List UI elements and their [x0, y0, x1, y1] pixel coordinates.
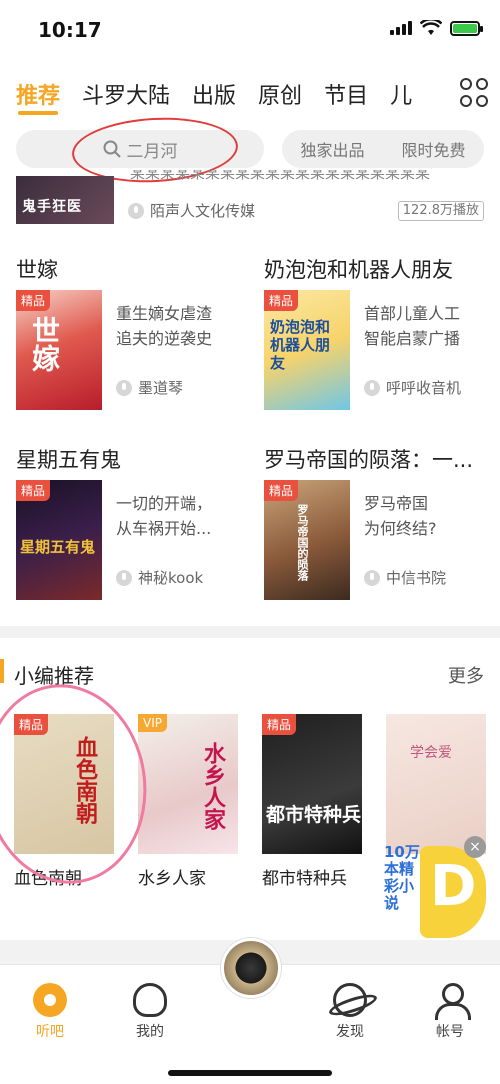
book-title[interactable]: 罗马帝国的陨落：一... — [264, 444, 473, 474]
book-cover[interactable]: VIP 水乡人家 — [138, 714, 238, 854]
book-cover[interactable]: 精品 都市特种兵 — [262, 714, 362, 854]
promo-banner[interactable]: D 10万本精彩小说 × — [384, 836, 490, 940]
author-row: 呼呼收音机 — [364, 377, 461, 398]
headphone-face-icon — [133, 983, 167, 1017]
microphone-icon — [116, 569, 132, 586]
microphone-icon — [364, 379, 380, 396]
nav-account[interactable]: 帐号 — [410, 983, 490, 1041]
active-tab-indicator — [18, 111, 58, 115]
book-title[interactable]: 世嫁 — [16, 254, 58, 284]
book-title[interactable]: 都市特种兵 — [262, 864, 347, 889]
quick-filter-pill: 独家出品 限时免费 — [282, 130, 484, 168]
book-title[interactable]: 星期五有鬼 — [16, 444, 121, 474]
book-cover[interactable]: 精品 奶泡泡和机器人朋友 — [264, 290, 350, 410]
status-icons — [390, 20, 483, 36]
home-indicator — [168, 1070, 332, 1076]
close-icon[interactable]: × — [464, 836, 486, 858]
premium-badge: 精品 — [264, 290, 299, 311]
play-count-badge: 122.8万播放 — [397, 201, 484, 221]
listen-icon — [33, 983, 67, 1017]
section-divider — [0, 626, 500, 638]
planet-icon — [333, 983, 367, 1017]
now-playing-disc[interactable] — [221, 938, 281, 998]
microphone-icon — [128, 202, 144, 219]
author-row: 中信书院 — [364, 567, 446, 588]
book-cover[interactable]: 学会爱 — [386, 714, 486, 854]
battery-icon — [450, 20, 483, 36]
tab-douluo[interactable]: 斗罗大陆 — [82, 78, 170, 110]
vip-badge: VIP — [138, 714, 167, 732]
tab-publish[interactable]: 出版 — [192, 78, 236, 110]
author-row: 神秘kook — [116, 567, 203, 588]
author-name: 神秘kook — [138, 569, 204, 587]
cellular-signal-icon — [390, 21, 412, 35]
tab-program[interactable]: 节目 — [324, 78, 368, 110]
free-limited-link[interactable]: 限时免费 — [401, 137, 465, 161]
premium-badge: 精品 — [14, 714, 49, 735]
author-name: 中信书院 — [386, 569, 447, 587]
all-categories-icon[interactable] — [460, 78, 490, 108]
microphone-icon — [364, 569, 380, 586]
more-link[interactable]: 更多 — [448, 662, 484, 688]
premium-badge: 精品 — [16, 480, 51, 501]
wifi-icon — [420, 20, 442, 35]
author-name: 陌声人文化传媒 — [150, 202, 256, 220]
book-title[interactable]: 水乡人家 — [138, 864, 206, 889]
nav-listen[interactable]: 听吧 — [10, 983, 90, 1041]
category-tabs: 推荐 斗罗大陆 出版 原创 节目 儿 — [0, 74, 500, 114]
nav-discover[interactable]: 发现 — [310, 983, 390, 1041]
promo-text: 10万本精彩小说 — [384, 843, 420, 912]
book-title[interactable]: 奶泡泡和机器人朋友 — [264, 254, 453, 284]
microphone-icon — [116, 379, 132, 396]
tab-recommend[interactable]: 推荐 — [16, 78, 60, 110]
author-name: 呼呼收音机 — [386, 379, 462, 397]
status-time: 10:17 — [38, 18, 102, 42]
premium-badge: 精品 — [264, 480, 299, 501]
tab-original[interactable]: 原创 — [258, 78, 302, 110]
exclusive-link[interactable]: 独家出品 — [300, 137, 364, 161]
tab-children[interactable]: 儿 — [390, 78, 412, 110]
author-row: 陌声人文化传媒 — [128, 200, 255, 221]
book-description: 罗马帝国 为何终结? — [364, 494, 437, 538]
section-accent-bar — [0, 659, 4, 683]
pink-annotation-circle — [0, 673, 160, 895]
book-cover[interactable]: 精品 罗马帝国的陨落 — [264, 480, 350, 600]
nav-mine[interactable]: 我的 — [110, 983, 190, 1041]
book-cover[interactable]: 精品 世嫁 — [16, 290, 102, 410]
author-row: 墨道琴 — [116, 377, 183, 398]
author-name: 墨道琴 — [138, 379, 184, 397]
book-description: 一切的开端， 从车祸开始... — [116, 494, 213, 538]
premium-badge: 精品 — [16, 290, 51, 311]
user-icon — [433, 983, 471, 1020]
book-cover[interactable]: 精品 星期五有鬼 — [16, 480, 102, 600]
book-cover[interactable]: 鬼手狂医 — [16, 176, 114, 224]
book-description: 首部儿童人工 智能启蒙广播 — [364, 304, 461, 348]
premium-badge: 精品 — [262, 714, 297, 735]
book-description: 重生嫡女虐渣 追夫的逆袭史 — [116, 304, 213, 348]
promo-d-graphic: D — [420, 846, 486, 938]
